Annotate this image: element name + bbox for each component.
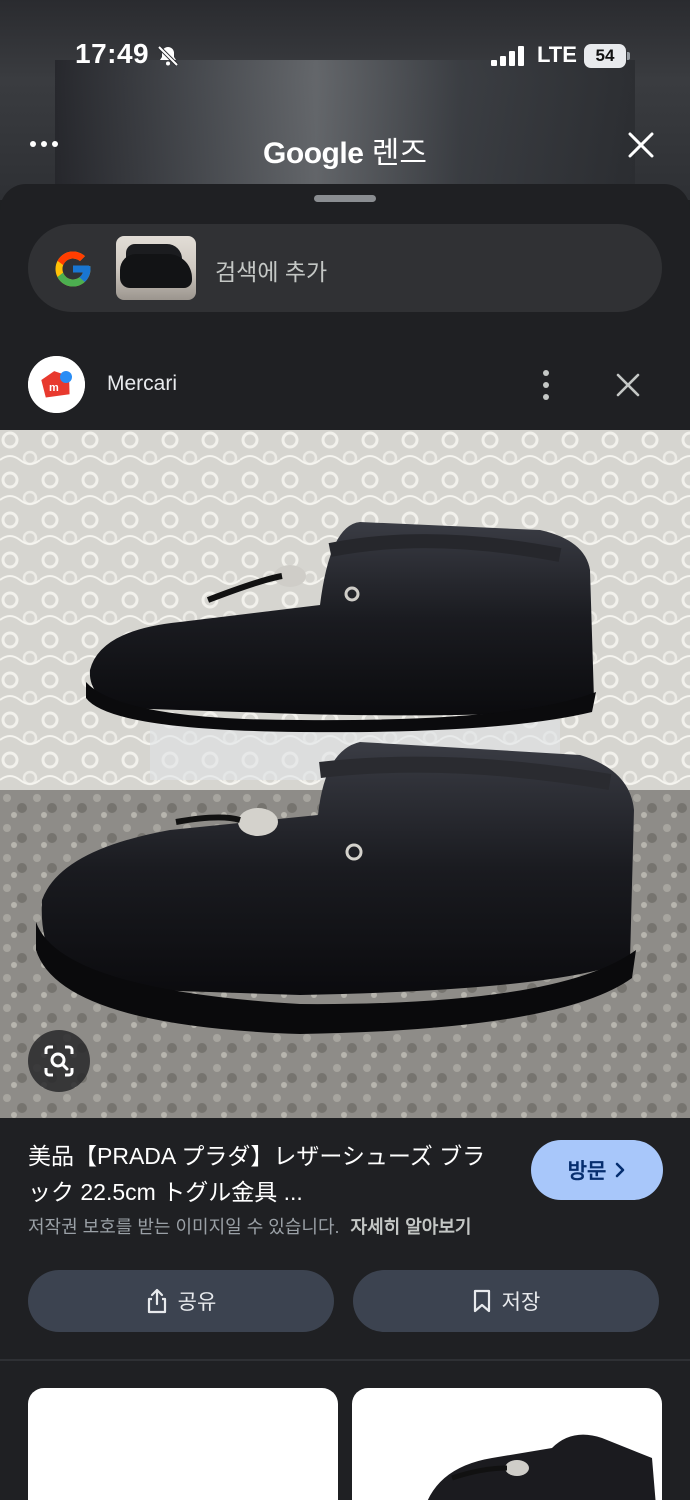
- signal-icon: [491, 46, 524, 66]
- sheet-grabber[interactable]: [314, 195, 376, 202]
- related-result-card[interactable]: [352, 1388, 662, 1500]
- chevron-right-icon: [616, 1162, 625, 1178]
- network-type: LTE: [537, 42, 577, 67]
- bookmark-icon: [473, 1289, 490, 1313]
- google-g-icon: [55, 251, 91, 287]
- related-thumbnail: [427, 1434, 656, 1500]
- battery-indicator: 54: [584, 44, 630, 68]
- share-label: 공유: [177, 1291, 217, 1314]
- svg-text:m: m: [49, 382, 59, 394]
- status-bar: 17:49 LTE 54: [0, 0, 690, 110]
- query-thumbnail[interactable]: [116, 236, 196, 300]
- add-to-search-bar[interactable]: 검색에 추가: [28, 224, 662, 312]
- save-button[interactable]: 저장: [353, 1270, 659, 1332]
- mercari-logo-icon[interactable]: m: [28, 356, 85, 413]
- lens-search-icon[interactable]: [28, 1030, 90, 1092]
- share-button[interactable]: 공유: [28, 1270, 334, 1332]
- learn-more-link[interactable]: 자세히 알아보기: [351, 1217, 472, 1237]
- kebab-icon[interactable]: [536, 368, 556, 402]
- lens-title: Google 렌즈: [0, 128, 690, 172]
- source-row: m Mercari: [0, 350, 690, 420]
- results-sheet: 검색에 추가 m Mercari 美品【PRADA プラダ】レザーシューズ ブラ…: [0, 184, 690, 1500]
- close-icon[interactable]: [626, 130, 656, 160]
- result-image[interactable]: [0, 430, 690, 1118]
- divider: [0, 1359, 690, 1361]
- status-time: 17:49: [75, 38, 150, 69]
- visit-button[interactable]: 방문: [531, 1140, 663, 1200]
- visit-label: 방문: [567, 1160, 607, 1183]
- source-name[interactable]: Mercari: [107, 372, 177, 396]
- lens-header: Google 렌즈: [0, 120, 690, 176]
- title-suffix: 렌즈: [363, 137, 427, 170]
- related-result-card[interactable]: [28, 1388, 338, 1500]
- copyright-text: 저작권 보호를 받는 이미지일 수 있습니다.: [28, 1217, 340, 1237]
- result-title[interactable]: 美品【PRADA プラダ】レザーシューズ ブラック 22.5cm トグル金具 .…: [28, 1138, 498, 1210]
- add-to-search-placeholder: 검색에 추가: [215, 259, 328, 285]
- title-brand: Google: [263, 137, 364, 170]
- close-icon[interactable]: [615, 372, 641, 398]
- bell-slash-icon: [157, 45, 179, 67]
- save-label: 저장: [501, 1291, 541, 1314]
- copyright-note: 저작권 보호를 받는 이미지일 수 있습니다. 자세히 알아보기: [28, 1213, 471, 1239]
- share-icon: [147, 1288, 166, 1314]
- shoe-photo: [0, 430, 690, 1118]
- battery-level: 54: [584, 44, 626, 68]
